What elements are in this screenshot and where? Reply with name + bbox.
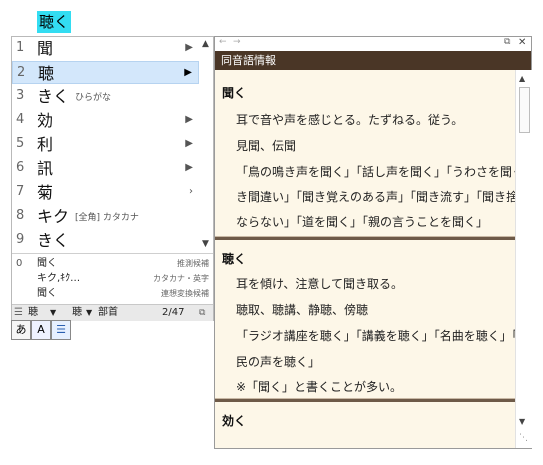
prediction-word: 聞く	[37, 258, 57, 269]
restore-icon[interactable]: ⧉	[199, 305, 205, 321]
dropdown-arrow-icon[interactable]: ▼	[86, 305, 92, 321]
prediction-number: 0	[16, 258, 23, 269]
section-definition: 耳を傾け、注意して聞き取る。	[236, 277, 404, 291]
candidate-number: 3	[16, 88, 25, 103]
candidate-text: 菊	[37, 183, 54, 202]
section-example: 民の声を聴く」	[236, 355, 321, 369]
homophone-section: 聴く 耳を傾け、注意して聞き取る。 聴取、聴講、静聴、傍聴 「ラジオ講座を聴く」…	[215, 240, 515, 394]
scroll-up-icon[interactable]: ▲	[519, 74, 525, 83]
candidate-text: 利	[37, 135, 54, 154]
composition-text: 聴く	[37, 11, 72, 33]
kanji-field-2[interactable]: 聴	[72, 305, 82, 321]
candidate-word: きく	[37, 87, 70, 106]
section-example: 「鳥の鳴き声を聞く」「話し声を聞く」「うわさを聞く」「聞	[236, 165, 515, 179]
dropdown-arrow-icon[interactable]: ▼	[50, 305, 56, 321]
submenu-arrow-icon[interactable]: ▶	[184, 67, 192, 78]
section-compounds: 聴取、聴講、静聴、傍聴	[236, 303, 369, 317]
candidate-note: ひらがな	[75, 93, 112, 103]
section-definition: 耳で音や声を感じとる。たずねる。従う。	[236, 113, 464, 127]
back-arrow-icon[interactable]: ←	[219, 37, 227, 47]
homophone-section: 効く	[215, 402, 515, 448]
candidate-number: 7	[16, 184, 25, 199]
prediction-hint: カタカナ・英字	[153, 274, 209, 283]
section-compounds: 見聞、伝聞	[236, 139, 297, 153]
page-counter: 2/47	[162, 307, 185, 318]
candidate-row[interactable]: 6 訊 ▶	[12, 157, 199, 180]
candidate-row[interactable]: 9 きく	[12, 229, 199, 252]
prediction-row[interactable]: 0 聞く 推測候補	[12, 256, 213, 271]
submenu-arrow-icon[interactable]: ▶	[185, 138, 193, 149]
kanji-field[interactable]: 聴	[28, 305, 38, 321]
candidate-number: 9	[16, 232, 25, 247]
section-example: ならない」「道を聞く」「親の言うことを聞く」	[236, 215, 489, 229]
candidate-text: 聞	[37, 39, 54, 58]
info-content: 聞く 耳で音や声を感じとる。たずねる。従う。 見聞、伝聞 「鳥の鳴き声を聞く」「…	[215, 70, 515, 448]
section-heading: 効く	[222, 414, 247, 428]
candidate-text: キク [全角] カタカナ	[37, 205, 139, 230]
page-down-icon[interactable]: ▼	[202, 239, 209, 249]
resize-grip-icon[interactable]: ⋱	[519, 433, 528, 443]
candidate-window: 1 聞 ▶ 2 聴 ▶ 3 きく ひらがな 4 効 ▶ 5 利 ▶ 6 訊 ▶ 7…	[11, 36, 214, 321]
candidate-row[interactable]: 7 菊 ›	[12, 181, 199, 204]
prediction-row[interactable]: 聞く 連想変換候補	[12, 286, 213, 301]
scroll-thumb[interactable]	[519, 87, 530, 133]
candidate-row[interactable]: 1 聞 ▶	[12, 37, 199, 60]
kana-conversion-button[interactable]: A	[31, 320, 51, 340]
homophone-section: 聞く 耳で音や声を感じとる。たずねる。従う。 見聞、伝聞 「鳥の鳴き声を聞く」「…	[215, 70, 515, 229]
candidate-number: 4	[16, 112, 25, 127]
candidate-text: きく ひらがな	[37, 85, 111, 110]
list-view-button[interactable]: ☰	[51, 320, 71, 340]
section-heading: 聞く	[222, 86, 247, 100]
page-up-icon[interactable]: ▲	[202, 39, 209, 49]
scroll-down-icon[interactable]: ▼	[519, 417, 525, 426]
dictionary-icon[interactable]: ☰	[14, 305, 23, 321]
prediction-word: 聞く	[37, 288, 57, 299]
candidate-scrollbar[interactable]: ▲ ▼	[200, 37, 213, 251]
prediction-row[interactable]: キク,ｷｸ… カタカナ・英字	[12, 271, 213, 286]
section-note: ※「聞く」と書くことが多い。	[236, 380, 403, 394]
candidate-note: [全角] カタカナ	[75, 213, 139, 223]
info-toolbar: ← → ⧉ ✕	[215, 37, 531, 51]
submenu-arrow-icon[interactable]: ▶	[185, 114, 193, 125]
candidate-row-selected[interactable]: 2 聴 ▶	[12, 61, 199, 84]
candidate-row[interactable]: 8 キク [全角] カタカナ	[12, 205, 199, 228]
kana-icon: A	[37, 323, 45, 336]
candidate-row[interactable]: 3 きく ひらがな	[12, 85, 199, 108]
candidate-word: キク	[37, 207, 70, 226]
submenu-arrow-icon[interactable]: ›	[189, 186, 193, 197]
candidate-number: 5	[16, 136, 25, 151]
restore-icon[interactable]: ⧉	[504, 37, 510, 47]
candidate-row[interactable]: 4 効 ▶	[12, 109, 199, 132]
candidate-number: 1	[16, 40, 25, 55]
info-scrollbar[interactable]: ▲ ▼ ⋱	[515, 70, 532, 448]
forward-arrow-icon[interactable]: →	[233, 37, 241, 47]
candidate-text: きく	[37, 231, 70, 250]
candidate-number: 2	[17, 65, 26, 80]
candidate-text: 効	[37, 111, 54, 130]
radical-button[interactable]: 部首	[98, 305, 118, 321]
candidate-number: 8	[16, 208, 25, 223]
candidate-status-bar: ☰ 聴 ▼ 聴 ▼ 部首 2/47 ⧉	[12, 304, 213, 321]
submenu-arrow-icon[interactable]: ▶	[185, 42, 193, 53]
prediction-area: 0 聞く 推測候補 キク,ｷｸ… カタカナ・英字 聞く 連想変換候補	[12, 253, 213, 305]
submenu-arrow-icon[interactable]: ▶	[185, 162, 193, 173]
hiragana-mode-button[interactable]: あ	[11, 320, 31, 340]
section-example: 「ラジオ講座を聴く」「講義を聴く」「名曲を聴く」「広く国	[236, 329, 515, 343]
candidate-number: 6	[16, 160, 25, 175]
prediction-hint: 連想変換候補	[161, 289, 209, 298]
info-title-bar: 同音語情報	[215, 51, 531, 70]
list-icon: ☰	[56, 323, 66, 336]
candidate-text: 訊	[37, 159, 54, 178]
candidate-row[interactable]: 5 利 ▶	[12, 133, 199, 156]
homophone-info-window: ← → ⧉ ✕ 同音語情報 聞く 耳で音や声を感じとる。たずねる。従う。 見聞、…	[214, 36, 532, 449]
section-example: き間違い」「聞き覚えのある声」「聞き流す」「聞き捨て	[236, 190, 515, 204]
candidate-text: 聴	[38, 64, 55, 83]
close-icon[interactable]: ✕	[518, 37, 526, 48]
section-heading: 聴く	[222, 252, 247, 266]
prediction-hint: 推測候補	[177, 259, 209, 268]
prediction-word: キク,ｷｸ…	[37, 273, 81, 284]
